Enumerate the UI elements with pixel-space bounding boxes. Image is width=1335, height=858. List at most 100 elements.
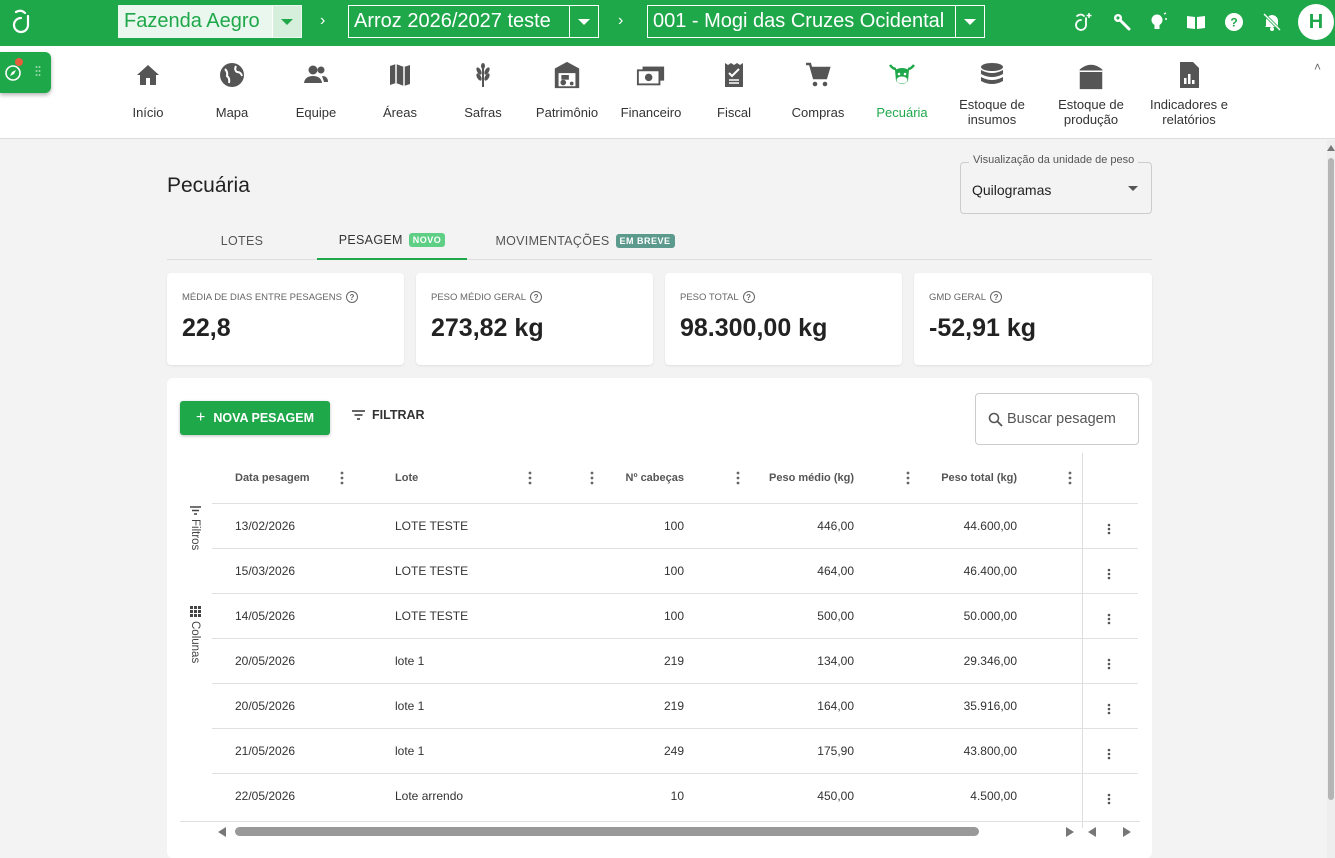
nav-item-compras[interactable]: Compras — [776, 46, 860, 139]
cell-date: 13/02/2026 — [235, 519, 296, 533]
column-menu-icon[interactable] — [528, 471, 532, 485]
tab-label: MOVIMENTAÇÕES — [495, 234, 610, 248]
nav-item-indicadores[interactable]: Indicadores e relatórios — [1147, 46, 1231, 139]
farm-select[interactable]: Fazenda Aegro — [118, 5, 302, 38]
table-row[interactable]: 20/05/2026 lote 1 219 164,00 35.916,00 — [212, 684, 1138, 729]
row-actions-icon[interactable] — [1107, 523, 1111, 535]
scroll-right-icon[interactable] — [1066, 827, 1074, 837]
cell-avg-weight: 446,00 — [817, 519, 854, 533]
scrollbar-thumb[interactable] — [235, 827, 979, 836]
column-header-heads[interactable]: Nº cabeças — [607, 472, 684, 484]
nav-item-safras[interactable]: Safras — [441, 46, 525, 139]
cell-avg-weight: 450,00 — [817, 789, 854, 803]
filters-tool-button[interactable]: Filtros — [185, 506, 205, 550]
row-actions-icon[interactable] — [1107, 748, 1111, 760]
cell-heads: 219 — [663, 699, 684, 713]
nav-item-label: Estoque de insumos — [955, 97, 1029, 127]
nav-item-equipe[interactable]: Equipe — [274, 46, 358, 139]
filter-icon — [352, 410, 365, 420]
nav-item-fiscal[interactable]: Fiscal — [692, 46, 776, 139]
column-menu-icon[interactable] — [906, 471, 910, 485]
nav-item-label: Pecuária — [876, 105, 928, 120]
help-icon[interactable]: ? — [530, 291, 543, 303]
columns-tool-button[interactable]: Colunas — [185, 606, 205, 663]
scroll-left-icon[interactable] — [1088, 827, 1096, 837]
table-row[interactable]: 14/05/2026 LOTE TESTE 100 500,00 50.000,… — [212, 594, 1138, 639]
row-actions-icon[interactable] — [1107, 658, 1111, 670]
row-actions-icon[interactable] — [1107, 703, 1111, 715]
row-actions-icon[interactable] — [1107, 793, 1111, 805]
cell-date: 20/05/2026 — [235, 699, 296, 713]
top-bar: Fazenda Aegro › Arroz 2026/2027 teste › … — [0, 0, 1335, 46]
stat-value: -52,91 kg — [929, 314, 1037, 342]
aegro-add-icon[interactable] — [1072, 11, 1094, 33]
table-row[interactable]: 13/02/2026 LOTE TESTE 100 446,00 44.600,… — [212, 504, 1138, 549]
stat-label: MÉDIA DE DIAS ENTRE PESAGENS — [182, 291, 342, 303]
field-select-arrow-icon[interactable] — [955, 6, 984, 37]
cell-lote: lote 1 — [395, 654, 425, 668]
cow-icon — [889, 64, 915, 84]
help-icon[interactable]: ? — [1223, 11, 1245, 33]
field-select[interactable]: 001 - Mogi das Cruzes Ocidental — [647, 5, 985, 38]
weight-unit-select[interactable]: Visualização da unidade de peso Quilogra… — [960, 154, 1152, 214]
nav-item-estoque-producao[interactable]: Estoque de produção — [1049, 46, 1133, 139]
nav-item-estoque-insumos[interactable]: Estoque de insumos — [950, 46, 1034, 139]
help-icon[interactable]: ? — [345, 291, 358, 303]
row-actions-icon[interactable] — [1107, 613, 1111, 625]
lightbulb-icon[interactable] — [1147, 11, 1169, 33]
nav-item-mapa[interactable]: Mapa — [190, 46, 274, 139]
farm-select-arrow-icon[interactable] — [272, 6, 301, 37]
column-header-total-weight[interactable]: Peso total (kg) — [912, 472, 1017, 484]
column-menu-icon[interactable] — [736, 471, 740, 485]
column-menu-icon[interactable] — [1068, 471, 1072, 485]
help-icon[interactable]: ? — [742, 291, 755, 303]
weight-unit-label: Visualização da unidade de peso — [969, 154, 1139, 166]
search-input[interactable]: Buscar pesagem — [975, 393, 1139, 445]
book-icon[interactable] — [1185, 11, 1207, 33]
scroll-right-icon[interactable] — [1123, 827, 1131, 837]
notifications-off-icon[interactable] — [1261, 11, 1283, 33]
guide-floating-button[interactable] — [0, 52, 51, 93]
harvest-select[interactable]: Arroz 2026/2027 teste — [348, 5, 599, 38]
table-row[interactable]: 21/05/2026 lote 1 249 175,90 43.800,00 — [212, 729, 1138, 774]
table-row[interactable]: 20/05/2026 lote 1 219 134,00 29.346,00 — [212, 639, 1138, 684]
nav-item-patrimonio[interactable]: Patrimônio — [525, 46, 609, 139]
page-vertical-scrollbar[interactable] — [1327, 140, 1335, 858]
scroll-left-icon[interactable] — [218, 827, 226, 837]
aegro-logo-icon[interactable] — [8, 8, 34, 36]
column-header-lote[interactable]: Lote — [395, 472, 418, 484]
nav-item-inicio[interactable]: Início — [106, 46, 190, 139]
new-weighing-button[interactable]: + NOVA PESAGEM — [180, 401, 330, 435]
cell-date: 14/05/2026 — [235, 609, 296, 623]
stat-value: 273,82 kg — [431, 314, 544, 342]
wrench-icon[interactable] — [1111, 11, 1133, 33]
column-menu-icon[interactable] — [340, 471, 344, 485]
cell-heads: 100 — [663, 609, 684, 623]
cell-avg-weight: 175,90 — [817, 744, 854, 758]
filter-button[interactable]: FILTRAR — [352, 408, 425, 422]
user-avatar[interactable]: H — [1298, 4, 1334, 40]
column-header-date[interactable]: Data pesagem — [235, 472, 310, 484]
tab-movimentacoes[interactable]: MOVIMENTAÇÕES EM BREVE — [485, 222, 685, 260]
help-icon[interactable]: ? — [990, 291, 1003, 303]
collapse-nav-icon[interactable]: ˄ — [1314, 60, 1321, 74]
stat-label: GMD GERAL — [929, 291, 987, 303]
drag-handle-icon[interactable] — [35, 65, 41, 79]
nav-item-pecuaria[interactable]: Pecuária — [860, 46, 944, 139]
table-row[interactable]: 15/03/2026 LOTE TESTE 100 464,00 46.400,… — [212, 549, 1138, 594]
scroll-up-icon[interactable] — [1327, 145, 1335, 151]
nav-item-financeiro[interactable]: Financeiro — [609, 46, 693, 139]
column-menu-icon[interactable] — [590, 471, 594, 485]
scrollbar-thumb[interactable] — [1328, 158, 1334, 800]
farm-select-value: Fazenda Aegro — [124, 10, 260, 32]
nav-item-areas[interactable]: Áreas — [358, 46, 442, 139]
tab-lotes[interactable]: LOTES — [167, 222, 317, 260]
horizontal-scrollbar[interactable] — [180, 821, 1140, 839]
cell-heads: 10 — [670, 789, 684, 803]
tab-pesagem[interactable]: PESAGEM NOVO — [317, 222, 467, 260]
row-actions-icon[interactable] — [1107, 568, 1111, 580]
column-header-avg-weight[interactable]: Peso médio (kg) — [752, 472, 854, 484]
table-row[interactable]: 22/05/2026 Lote arrendo 10 450,00 4.500,… — [212, 774, 1138, 819]
cell-avg-weight: 134,00 — [817, 654, 854, 668]
harvest-select-arrow-icon[interactable] — [569, 6, 598, 37]
